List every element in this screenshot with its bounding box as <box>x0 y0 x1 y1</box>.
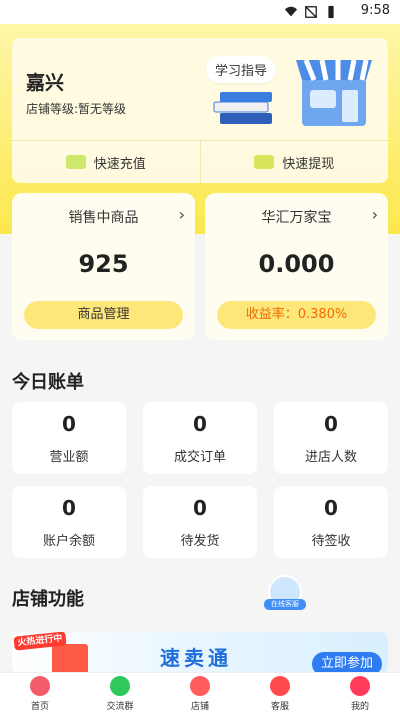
store-functions-title: 店铺功能 <box>12 589 84 610</box>
tab-service[interactable]: 客服 <box>240 673 320 712</box>
quick-actions: 快速充值 快速提现 <box>12 140 388 183</box>
bill-value: 0 <box>193 496 207 520</box>
tab-group[interactable]: 交流群 <box>80 673 160 712</box>
wallet-treasure-card[interactable]: 华汇万家宝 › 0.000 收益率：0.380% <box>205 193 388 340</box>
aliexpress-banner[interactable]: 火热进行中 速卖通 立即参加 <box>12 632 388 674</box>
wechat-icon <box>110 676 130 696</box>
bottom-tab-bar: 首页 交流群 店铺 客服 我的 <box>0 672 400 712</box>
wallet-treasure-title: 华汇万家宝 <box>261 210 332 226</box>
bill-item-to-ship[interactable]: 0 待发货 <box>143 486 257 558</box>
bill-value: 0 <box>62 496 76 520</box>
battery-icon <box>328 5 334 19</box>
bill-label: 成交订单 <box>173 450 226 465</box>
status-bar: 9:58 <box>0 0 400 24</box>
signal-icon <box>305 6 317 18</box>
bill-label: 待发货 <box>180 534 220 549</box>
quick-recharge-label: 快速充值 <box>93 156 146 172</box>
bill-item-to-receive[interactable]: 0 待签收 <box>274 486 388 558</box>
wallet-treasure-value: 0.000 <box>258 250 335 278</box>
tab-label: 首页 <box>30 702 49 712</box>
profile-icon <box>350 676 370 696</box>
on-sale-products-card[interactable]: 销售中商品 › 925 商品管理 <box>12 193 195 340</box>
online-service-label[interactable]: 在线客服 <box>264 599 306 610</box>
shop-name: 嘉兴 <box>26 72 65 94</box>
bill-item-orders[interactable]: 0 成交订单 <box>143 402 257 474</box>
gift-icon <box>52 644 88 674</box>
cash-icon <box>254 155 275 169</box>
bill-item-visitors[interactable]: 0 进店人数 <box>274 402 388 474</box>
join-now-button[interactable]: 立即参加 <box>312 652 382 674</box>
store-icon <box>190 676 210 696</box>
wallet-icon <box>65 155 86 169</box>
chevron-right-icon: › <box>371 205 378 224</box>
bill-label: 待签收 <box>311 534 351 549</box>
bill-value: 0 <box>324 412 338 436</box>
tab-label: 交流群 <box>106 702 134 712</box>
yield-rate-button[interactable]: 收益率：0.380% <box>217 301 376 329</box>
chevron-right-icon: › <box>178 205 185 224</box>
quick-recharge-button[interactable]: 快速充值 <box>12 141 201 183</box>
service-icon <box>270 676 290 696</box>
study-guide-button[interactable]: 学习指导 <box>206 56 277 83</box>
tab-store[interactable]: 店铺 <box>160 673 240 712</box>
bill-label: 账户余额 <box>42 534 95 549</box>
wifi-icon <box>284 6 298 17</box>
bill-value: 0 <box>193 412 207 436</box>
home-icon <box>30 676 50 696</box>
status-time: 9:58 <box>360 3 390 18</box>
status-icons <box>284 5 338 19</box>
bill-value: 0 <box>324 496 338 520</box>
bill-label: 营业额 <box>49 450 89 465</box>
tab-label: 客服 <box>270 702 289 712</box>
tab-home[interactable]: 首页 <box>0 673 80 712</box>
bill-item-balance[interactable]: 0 账户余额 <box>12 486 126 558</box>
bill-item-revenue[interactable]: 0 营业额 <box>12 402 126 474</box>
bill-grid: 0 营业额 0 成交订单 0 进店人数 0 账户余额 0 待发货 0 待签收 <box>12 402 388 558</box>
shop-level: 店铺等级:暂无等级 <box>26 102 127 116</box>
on-sale-count: 925 <box>78 250 129 278</box>
banner-title: 速卖通 <box>160 646 232 670</box>
tab-label: 我的 <box>350 702 369 712</box>
bill-label: 进店人数 <box>304 450 357 465</box>
quick-withdraw-button[interactable]: 快速提现 <box>201 141 389 183</box>
books-icon <box>213 92 272 124</box>
quick-withdraw-label: 快速提现 <box>282 156 335 172</box>
product-management-button[interactable]: 商品管理 <box>24 301 183 329</box>
store-illustration-icon <box>296 59 372 126</box>
tab-profile[interactable]: 我的 <box>320 673 400 712</box>
today-bill-title: 今日账单 <box>12 372 84 393</box>
bill-value: 0 <box>62 412 76 436</box>
on-sale-title: 销售中商品 <box>68 210 139 226</box>
tab-label: 店铺 <box>190 702 209 712</box>
shop-card: 嘉兴 店铺等级:暂无等级 学习指导 快速充值 快速提现 <box>12 38 388 183</box>
